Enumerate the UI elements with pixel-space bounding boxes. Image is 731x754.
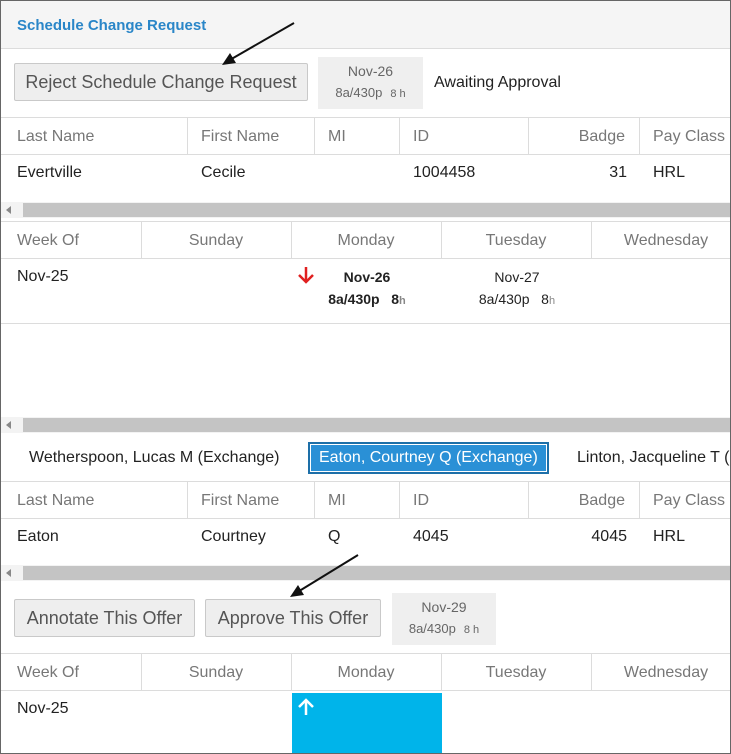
annotation-arrow-icon (290, 554, 359, 597)
col-badge[interactable]: Badge (565, 118, 625, 155)
employee-last-name: Evertville (17, 164, 82, 181)
chevron-left-icon[interactable] (6, 569, 11, 577)
week-table-header: Week Of Sunday Monday Tuesday Wednesday (1, 221, 730, 259)
offer-week-of-value: Nov-25 (17, 700, 69, 717)
col-last-name[interactable]: Last Name (17, 482, 94, 519)
tuesday-shift-date: Nov-27 (494, 269, 540, 285)
offer-tab-linton[interactable]: Linton, Jacqueline T ( (577, 442, 729, 474)
week-of-value: Nov-25 (17, 268, 69, 285)
col-id[interactable]: ID (413, 482, 429, 519)
request-status: Awaiting Approval (434, 74, 561, 91)
col-sunday: Sunday (188, 664, 244, 681)
col-week-of: Week Of (17, 232, 79, 249)
col-tuesday: Tuesday (485, 232, 547, 249)
arrow-up-icon (298, 698, 314, 715)
row-divider (1, 323, 730, 324)
scroll-thumb[interactable] (23, 418, 730, 432)
employee-pay-class: HRL (653, 164, 686, 181)
week-table-scrollbar[interactable] (1, 417, 730, 433)
employee-table-scrollbar[interactable] (1, 202, 730, 218)
col-badge[interactable]: Badge (565, 482, 625, 519)
chevron-left-icon[interactable] (6, 421, 11, 429)
offer-pay-class: HRL (653, 528, 686, 545)
monday-shift-date: Nov-26 (343, 269, 391, 285)
offer-shift-chip: Nov-29 8a/430p 8 h (392, 593, 496, 645)
col-pay-class[interactable]: Pay Class (653, 482, 725, 519)
col-tuesday: Tuesday (485, 664, 547, 681)
tuesday-shift-time: 8a/430p 8h (478, 291, 556, 307)
title-bar: Schedule Change Request (1, 1, 730, 49)
employee-id: 1004458 (413, 164, 476, 181)
employee-table-header: Last Name First Name MI ID Badge Pay Cla… (1, 117, 730, 155)
offer-mi: Q (328, 528, 341, 545)
col-pay-class[interactable]: Pay Class (653, 118, 725, 155)
requested-shift-chip: Nov-26 8a/430p 8 h (318, 57, 423, 109)
offer-shift-date: Nov-29 (421, 599, 467, 615)
col-monday: Monday (337, 664, 395, 681)
requested-shift-time: 8a/430p 8 h (335, 85, 406, 100)
col-mi[interactable]: MI (328, 482, 346, 519)
col-id[interactable]: ID (413, 118, 429, 155)
col-monday: Monday (337, 232, 395, 249)
col-wednesday: Wednesday (623, 232, 709, 249)
col-first-name[interactable]: First Name (201, 482, 279, 519)
offer-badge: 4045 (591, 528, 627, 545)
scroll-thumb[interactable] (23, 203, 730, 217)
col-first-name[interactable]: First Name (201, 118, 279, 155)
page-title: Schedule Change Request (17, 17, 207, 34)
arrow-down-icon (298, 267, 314, 284)
col-mi[interactable]: MI (328, 118, 346, 155)
offer-last-name: Eaton (17, 528, 59, 545)
employee-first-name: Cecile (201, 164, 246, 181)
col-wednesday: Wednesday (623, 664, 709, 681)
scroll-thumb[interactable] (23, 566, 730, 580)
offer-first-name: Courtney (201, 528, 266, 545)
offer-table-header: Last Name First Name MI ID Badge Pay Cla… (1, 481, 730, 519)
employee-badge: 31 (609, 164, 627, 181)
offer-tab-wetherspoon[interactable]: Wetherspoon, Lucas M (Exchange) (29, 442, 280, 474)
col-sunday: Sunday (188, 232, 244, 249)
monday-shift-time: 8a/430p 8h (328, 291, 406, 307)
offer-shift-time: 8a/430p 8 h (408, 621, 480, 636)
offered-shift-cell[interactable] (292, 693, 442, 753)
offer-table-scrollbar[interactable] (1, 565, 730, 581)
chevron-left-icon[interactable] (6, 206, 11, 214)
annotation-arrow-icon (222, 22, 295, 65)
col-last-name[interactable]: Last Name (17, 118, 94, 155)
offer-tab-eaton[interactable]: Eaton, Courtney Q (Exchange) (308, 442, 549, 474)
offer-week-table-header: Week Of Sunday Monday Tuesday Wednesday (1, 653, 730, 691)
offer-id: 4045 (413, 528, 449, 545)
approve-offer-button[interactable]: Approve This Offer (205, 599, 381, 637)
annotate-offer-button[interactable]: Annotate This Offer (14, 599, 195, 637)
requested-shift-date: Nov-26 (347, 63, 394, 79)
schedule-change-panel: Schedule Change Request Reject Schedule … (0, 0, 731, 754)
col-week-of: Week Of (17, 664, 79, 681)
